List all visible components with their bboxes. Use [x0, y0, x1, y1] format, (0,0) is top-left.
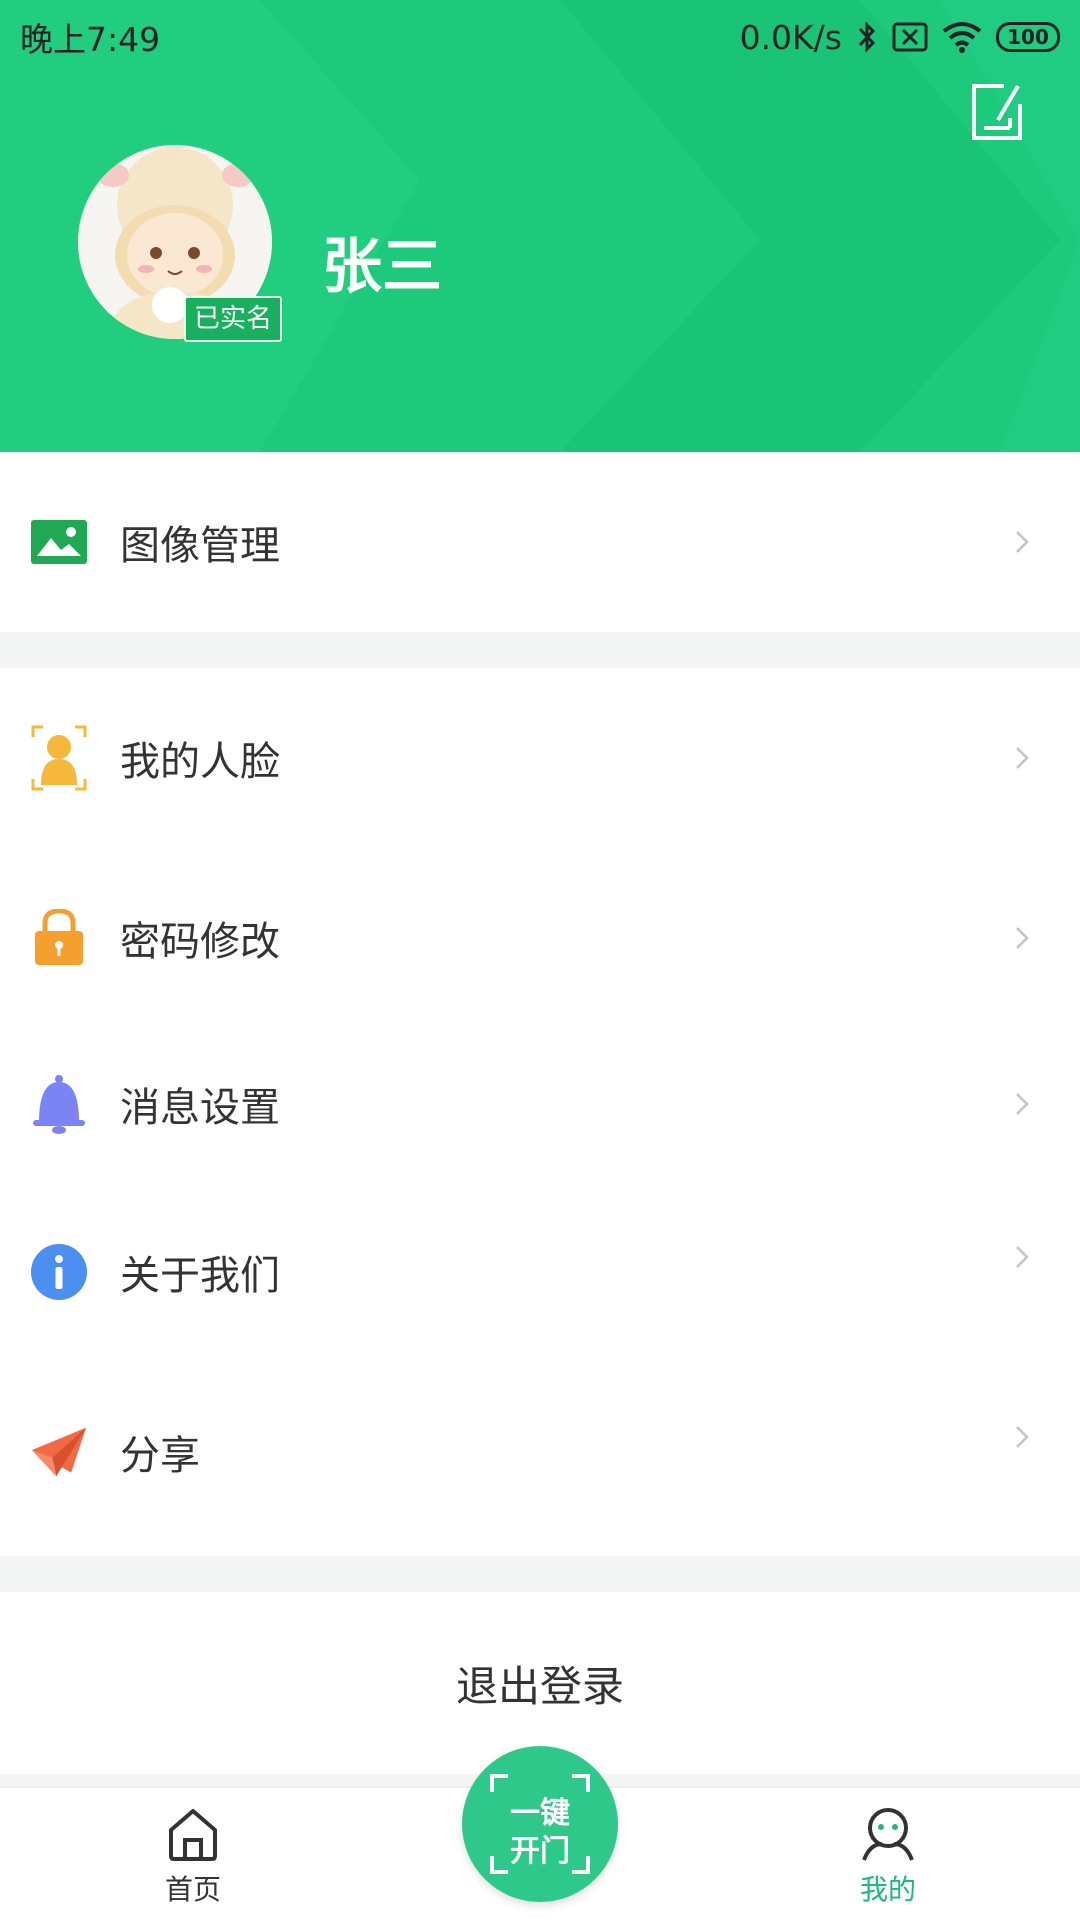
- battery-indicator: 100: [996, 22, 1060, 52]
- menu-label: 我的人脸: [120, 739, 280, 785]
- bell-icon: [30, 1075, 88, 1134]
- logout-label: 退出登录: [455, 1661, 624, 1711]
- one-key-open-door-button[interactable]: 一键 开门: [462, 1746, 618, 1902]
- menu-item-about-us[interactable]: 关于我们: [0, 1182, 1080, 1362]
- menu-item-message-settings[interactable]: 消息设置: [0, 1014, 1080, 1194]
- nav-mine-label: 我的: [859, 1873, 916, 1906]
- face-icon: [30, 725, 88, 791]
- chevron-right-icon: [1016, 1246, 1029, 1268]
- paper-plane-icon: [30, 1423, 88, 1481]
- image-icon: [30, 513, 88, 571]
- sim-disabled-icon: [892, 22, 928, 52]
- menu-group-2: 我的人脸 密码修改 消息设置 关于我们 分享: [0, 668, 1080, 1556]
- menu-item-my-face[interactable]: 我的人脸: [0, 668, 1080, 848]
- open-door-line-2: 开门: [510, 1834, 570, 1869]
- menu-item-share[interactable]: 分享: [0, 1362, 1080, 1542]
- chevron-right-icon: [1016, 747, 1029, 769]
- menu-label: 图像管理: [120, 523, 280, 569]
- menu-group-1: 图像管理: [0, 452, 1080, 632]
- verified-badge: 已实名: [184, 296, 283, 342]
- nav-home[interactable]: 首页: [113, 1806, 273, 1908]
- status-bar: 晚上7:49 0.0K/s 100: [20, 14, 1060, 60]
- home-icon: [169, 1809, 217, 1861]
- nav-home-label: 首页: [164, 1873, 221, 1906]
- menu-label: 密码修改: [120, 919, 280, 965]
- menu-label: 消息设置: [120, 1085, 280, 1131]
- info-icon: [30, 1243, 88, 1301]
- network-speed: 0.0K/s: [739, 17, 842, 57]
- menu-label: 分享: [120, 1433, 200, 1479]
- bluetooth-icon: [858, 21, 876, 53]
- wifi-icon: [942, 22, 982, 53]
- edit-profile-icon[interactable]: [970, 82, 1024, 142]
- battery-level: 100: [1007, 25, 1049, 49]
- chevron-right-icon: [1016, 927, 1029, 949]
- chevron-right-icon: [1016, 531, 1029, 553]
- menu-item-image-management[interactable]: 图像管理: [0, 452, 1080, 632]
- nav-mine[interactable]: 我的: [808, 1806, 968, 1908]
- chevron-right-icon: [1016, 1093, 1029, 1115]
- status-time: 晚上7:49: [20, 20, 161, 59]
- menu-item-change-password[interactable]: 密码修改: [0, 848, 1080, 1028]
- username: 张三: [322, 232, 442, 302]
- menu-label: 关于我们: [120, 1253, 280, 1299]
- profile-header: 晚上7:49 0.0K/s 100 已实名 张三: [0, 0, 1080, 452]
- chevron-right-icon: [1016, 1426, 1029, 1448]
- user-icon: [862, 1808, 914, 1861]
- lock-icon: [30, 909, 88, 967]
